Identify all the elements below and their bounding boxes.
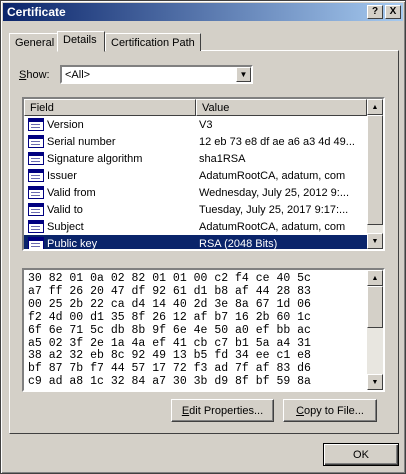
field-value: AdatumRootCA, adatum, com <box>199 169 346 182</box>
field-name: Version <box>47 118 84 131</box>
show-label-text: how: <box>26 69 50 81</box>
scroll-down-button[interactable]: ▼ <box>367 374 383 390</box>
list-item[interactable]: Version V3 <box>24 116 367 133</box>
field-name: Public key <box>47 237 98 250</box>
field-name: Issuer <box>47 169 77 182</box>
scroll-thumb[interactable] <box>367 286 383 328</box>
help-button[interactable]: ? <box>367 5 383 19</box>
edit-label: dit Properties... <box>189 404 264 417</box>
window-title: Certificate <box>7 5 66 19</box>
list-item[interactable]: Issuer AdatumRootCA, adatum, com <box>24 167 367 184</box>
list-item[interactable]: Serial number 12 eb 73 e8 df ae a6 a3 4d … <box>24 133 367 150</box>
field-value: sha1RSA <box>199 152 246 165</box>
tab-label: General <box>15 37 55 49</box>
tab-details[interactable]: Details <box>57 31 105 52</box>
field-value: AdatumRootCA, adatum, com <box>199 220 346 233</box>
certificate-field-icon <box>28 118 44 131</box>
field-value: 12 eb 73 e8 df ae a6 a3 4d 49... <box>199 135 355 148</box>
scroll-down-button[interactable]: ▼ <box>367 233 383 249</box>
certificate-field-icon <box>28 186 44 199</box>
certificate-dialog: Certificate ? X General Details Certific… <box>0 0 406 474</box>
field-name: Serial number <box>47 135 116 148</box>
title-bar[interactable]: Certificate ? X <box>3 3 403 21</box>
list-item[interactable]: Valid from Wednesday, July 25, 2012 9:... <box>24 184 367 201</box>
hex-line: 00 25 2b 22 ca d4 14 40 2d 3e 8a 67 1d 0… <box>28 297 311 311</box>
tab-label: Details <box>63 34 97 46</box>
column-header-value[interactable]: Value <box>196 99 367 116</box>
certificate-field-icon <box>28 135 44 148</box>
list-item[interactable]: Public key RSA (2048 Bits) <box>24 235 367 250</box>
list-item[interactable]: Subject AdatumRootCA, adatum, com <box>24 218 367 235</box>
field-name: Valid to <box>47 203 83 216</box>
detail-scrollbar[interactable]: ▲ ▼ <box>367 270 383 390</box>
chevron-down-icon: ▼ <box>239 70 248 79</box>
dropdown-button[interactable]: ▼ <box>236 67 251 82</box>
listview-scrollbar[interactable]: ▲ ▼ <box>367 99 383 249</box>
show-dropdown[interactable]: <All> ▼ <box>60 65 253 84</box>
copy-label: opy to File... <box>304 404 364 417</box>
field-name: Subject <box>47 220 84 233</box>
hex-line: 6f 6e 71 5c db 8b 9f 6e 4e 50 a0 ef bb a… <box>28 323 311 337</box>
edit-mnemonic: E <box>181 404 190 417</box>
scroll-up-button[interactable]: ▲ <box>367 99 383 115</box>
field-value: Tuesday, July 25, 2017 9:17:... <box>199 203 349 216</box>
listview-header: Field Value <box>24 99 367 116</box>
certificate-field-icon <box>28 203 44 216</box>
scroll-thumb[interactable] <box>367 115 383 225</box>
hex-line: f2 4d 00 d1 35 8f 26 12 af b7 16 2b 60 1… <box>28 310 311 324</box>
show-label: Show: <box>19 69 50 81</box>
listview-rows: Version V3 Serial number 12 eb 73 e8 df ae … <box>24 116 367 250</box>
close-icon: X <box>389 6 397 17</box>
hex-line: 30 82 01 0a 02 82 01 01 00 c2 f4 ce 40 5… <box>28 272 311 285</box>
arrow-up-icon: ▲ <box>371 103 379 111</box>
show-selected-value: <All> <box>65 69 91 81</box>
tab-certification-path[interactable]: Certification Path <box>105 33 201 51</box>
field-value: Wednesday, July 25, 2012 9:... <box>199 186 350 199</box>
certificate-field-icon <box>28 237 44 249</box>
edit-properties-button[interactable]: Edit Properties... <box>171 399 274 422</box>
certificate-field-icon <box>28 152 44 165</box>
list-item[interactable]: Valid to Tuesday, July 25, 2017 9:17:... <box>24 201 367 218</box>
hex-line: a7 ff 26 20 47 df 92 61 d1 b8 af 44 28 8… <box>28 284 311 298</box>
list-item[interactable]: Signature algorithm sha1RSA <box>24 150 367 167</box>
certificate-field-icon <box>28 169 44 182</box>
arrow-down-icon: ▼ <box>371 378 379 386</box>
scroll-up-button[interactable]: ▲ <box>367 270 383 286</box>
tab-label: Certification Path <box>111 37 195 49</box>
arrow-up-icon: ▲ <box>371 274 379 282</box>
copy-to-file-button[interactable]: Copy to File... <box>283 399 377 422</box>
copy-mnemonic: C <box>296 404 305 417</box>
field-name: Signature algorithm <box>47 152 143 165</box>
hex-dump: 30 82 01 0a 02 82 01 01 00 c2 f4 ce 40 5… <box>28 272 311 389</box>
column-header-field[interactable]: Field <box>24 99 196 116</box>
help-icon: ? <box>371 6 379 17</box>
certificate-field-icon <box>28 220 44 233</box>
field-value: RSA (2048 Bits) <box>199 237 278 250</box>
fields-listview[interactable]: Field Value Version V3 Serial number 12 eb … <box>22 97 385 251</box>
ok-button[interactable]: OK <box>323 443 399 466</box>
ok-label: OK <box>353 448 369 461</box>
tab-general[interactable]: General <box>9 33 58 51</box>
field-name: Valid from <box>47 186 96 199</box>
value-detail-box[interactable]: 30 82 01 0a 02 82 01 01 00 c2 f4 ce 40 5… <box>22 268 385 392</box>
arrow-down-icon: ▼ <box>371 237 379 245</box>
hex-line: c9 ad a8 1c 32 84 a7 30 3b d9 8f bf 59 8… <box>28 375 311 389</box>
close-button[interactable]: X <box>385 5 401 19</box>
field-value: V3 <box>199 118 213 131</box>
